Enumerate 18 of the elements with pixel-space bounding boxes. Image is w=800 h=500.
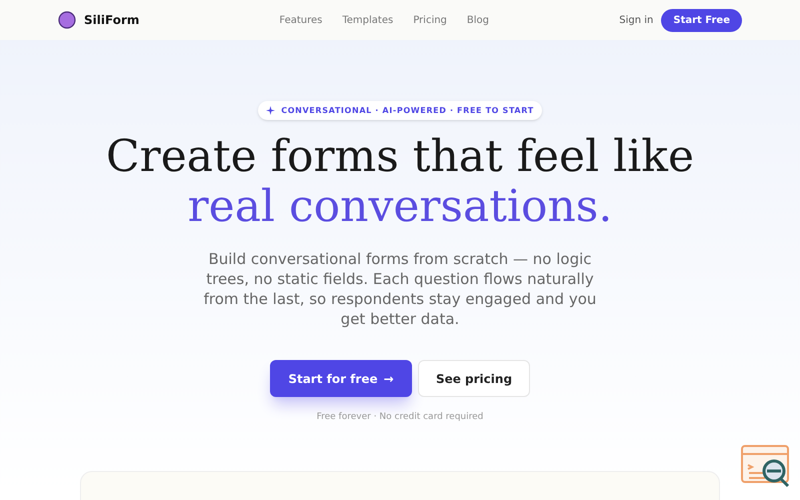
arrow-icon: → [384,370,394,388]
nav-link[interactable]: Blog [466,12,490,28]
see-pricing-button[interactable]: See pricing [418,360,530,397]
sign-in-link[interactable]: Sign in [619,12,654,28]
hero-description: Build conversational forms from scratch — no logic trees, no static fields. Each question flows naturally from the last, so respondents stay engaged and you get better data. [202,249,598,329]
sparkle-icon [266,106,276,115]
nav-link[interactable]: Templates [342,12,394,28]
hero-title: Create forms that feel like [106,132,694,182]
nav-link[interactable]: Pricing [413,12,447,28]
browser-search-icon[interactable] [741,445,791,489]
brand-name: SiliForm [84,12,140,29]
start-free-button[interactable]: Start Free [661,8,742,32]
logo-icon [58,11,76,29]
hero-title-highlight: real conversations. [188,182,612,232]
start-for-free-button[interactable]: Start for free → [270,360,412,397]
badge-text: CONVERSATIONAL · AI-POWERED · FREE TO START [281,104,534,116]
hero-note: Free forever · No credit card required [316,411,484,424]
nav-link[interactable]: Features [279,12,322,28]
